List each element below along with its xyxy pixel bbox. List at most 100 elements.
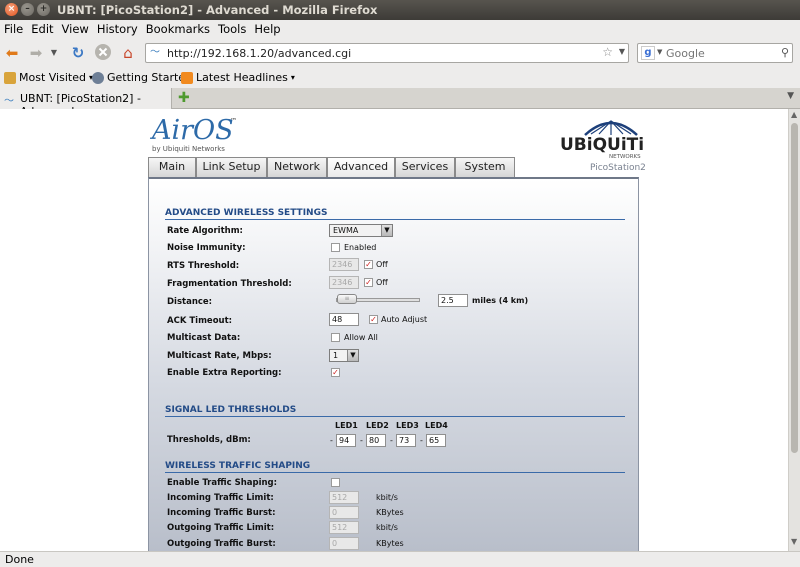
- enable-shaping-label: Enable Traffic Shaping:: [167, 478, 278, 488]
- led2-header: LED2: [366, 421, 389, 430]
- forward-arrow-icon[interactable]: ➡: [26, 43, 46, 63]
- incoming-burst-input[interactable]: 0: [329, 506, 359, 519]
- bookmark-label: Most Visited: [19, 71, 86, 84]
- auto-adjust-checkbox[interactable]: ✓: [369, 315, 378, 324]
- google-engine-icon[interactable]: g: [641, 46, 655, 60]
- led4-header: LED4: [425, 421, 448, 430]
- stop-icon[interactable]: [93, 43, 113, 63]
- outgoing-limit-label: Outgoing Traffic Limit:: [167, 523, 275, 533]
- led1-minus: -: [330, 436, 333, 445]
- search-bar: g ▼ ⚲: [637, 43, 793, 63]
- bookmark-star-icon[interactable]: ☆: [602, 45, 613, 59]
- window-close-button[interactable]: ×: [5, 3, 18, 16]
- distance-unit: miles (4 km): [472, 296, 529, 305]
- extra-reporting-label: Enable Extra Reporting:: [167, 368, 282, 378]
- browser-tab-active[interactable]: 〜 UBNT: [PicoStation2] - Advanced: [0, 88, 172, 118]
- url-bar[interactable]: 〜 http://192.168.1.20/advanced.cgi ☆ ▼: [145, 43, 629, 63]
- tab-system[interactable]: System: [455, 157, 515, 177]
- page-content: AirOS ™ by Ubiquiti Networks UBiQUiTi NE…: [0, 109, 788, 551]
- bookmark-latest-headlines[interactable]: Latest Headlines ▾: [181, 71, 295, 84]
- tab-link-setup[interactable]: Link Setup: [196, 157, 267, 177]
- tab-network[interactable]: Network: [267, 157, 327, 177]
- bookmark-getting-started[interactable]: Getting Started: [92, 71, 192, 84]
- ubiquiti-networks-text: NETWORKS: [609, 154, 641, 160]
- fragmentation-off-checkbox[interactable]: ✓: [364, 278, 373, 287]
- multicast-data-label: Multicast Data:: [167, 333, 241, 343]
- window-maximize-button[interactable]: +: [37, 3, 50, 16]
- multicast-rate-select[interactable]: 1 ▼: [329, 349, 359, 362]
- section-title-led: SIGNAL LED THRESHOLDS: [165, 405, 297, 415]
- menu-edit[interactable]: Edit: [27, 20, 57, 38]
- fragmentation-threshold-input[interactable]: 2346: [329, 276, 359, 289]
- menu-bookmarks[interactable]: Bookmarks: [142, 20, 214, 38]
- tab-advanced[interactable]: Advanced: [327, 157, 395, 178]
- search-magnifier-icon[interactable]: ⚲: [781, 46, 789, 59]
- scroll-up-arrow-icon[interactable]: ▲: [791, 110, 797, 119]
- status-text: Done: [5, 553, 34, 566]
- led2-minus: -: [360, 436, 363, 445]
- ack-timeout-input[interactable]: 48: [329, 313, 359, 326]
- enable-shaping-checkbox[interactable]: [331, 478, 340, 487]
- rate-algorithm-select[interactable]: EWMA ▼: [329, 224, 393, 237]
- multicast-rate-value: 1: [333, 351, 339, 360]
- back-arrow-icon[interactable]: ⬅: [2, 43, 22, 63]
- section-title-wireless: ADVANCED WIRELESS SETTINGS: [165, 208, 328, 218]
- rts-threshold-input[interactable]: 2346: [329, 258, 359, 271]
- rate-algorithm-label: Rate Algorithm:: [167, 226, 243, 236]
- allow-all-checkbox[interactable]: [331, 333, 340, 342]
- history-dropdown-icon[interactable]: ▼: [48, 43, 60, 63]
- distance-slider-handle[interactable]: ≡: [337, 294, 357, 304]
- url-dropdown-icon[interactable]: ▼: [619, 47, 625, 56]
- fragmentation-threshold-label: Fragmentation Threshold:: [167, 279, 292, 289]
- site-favicon-icon: 〜: [4, 96, 14, 107]
- rts-off-checkbox[interactable]: ✓: [364, 260, 373, 269]
- tab-list-chevron-icon[interactable]: ▼: [787, 91, 794, 101]
- window-minimize-button[interactable]: –: [21, 3, 34, 16]
- distance-input[interactable]: 2.5: [438, 294, 468, 307]
- chevron-down-icon: ▾: [290, 73, 295, 82]
- engine-dropdown-icon[interactable]: ▼: [657, 48, 662, 56]
- rts-threshold-label: RTS Threshold:: [167, 261, 240, 271]
- menu-file[interactable]: File: [0, 20, 27, 38]
- menu-bar: File Edit View History Bookmarks Tools H…: [0, 20, 800, 38]
- allow-all-option: Allow All: [344, 333, 378, 342]
- scroll-down-arrow-icon[interactable]: ▼: [791, 537, 797, 546]
- led3-threshold-input[interactable]: 73: [396, 434, 416, 447]
- extra-reporting-checkbox[interactable]: ✓: [331, 368, 340, 377]
- led2-threshold-input[interactable]: 80: [366, 434, 386, 447]
- menu-tools[interactable]: Tools: [214, 20, 250, 38]
- outgoing-limit-unit: kbit/s: [376, 523, 398, 532]
- site-favicon-icon: 〜: [150, 47, 160, 58]
- led3-minus: -: [390, 436, 393, 445]
- advanced-settings-panel: ADVANCED WIRELESS SETTINGS Rate Algorith…: [148, 177, 639, 551]
- reload-icon[interactable]: ↻: [68, 43, 88, 63]
- led4-threshold-input[interactable]: 65: [426, 434, 446, 447]
- airos-trademark: ™: [230, 117, 237, 125]
- menu-view[interactable]: View: [58, 20, 93, 38]
- outgoing-limit-input[interactable]: 512: [329, 521, 359, 534]
- search-input[interactable]: [666, 45, 770, 61]
- section-divider: [165, 219, 625, 220]
- airos-logo-text: AirOS: [152, 115, 234, 146]
- section-title-shaping: WIRELESS TRAFFIC SHAPING: [165, 461, 311, 471]
- tab-bar: 〜 UBNT: [PicoStation2] - Advanced ✚ ▼: [0, 88, 800, 118]
- home-icon[interactable]: ⌂: [118, 43, 138, 63]
- menu-history[interactable]: History: [93, 20, 142, 38]
- incoming-limit-input[interactable]: 512: [329, 491, 359, 504]
- ubiquiti-brand-text: UBiQUiTi: [560, 135, 645, 155]
- incoming-limit-unit: kbit/s: [376, 493, 398, 502]
- page-scrollbar[interactable]: ▲ ▼: [788, 109, 800, 551]
- led4-minus: -: [420, 436, 423, 445]
- bookmark-most-visited[interactable]: Most Visited ▾: [4, 71, 93, 84]
- status-bar: Done: [0, 551, 800, 567]
- tab-services[interactable]: Services: [395, 157, 455, 177]
- new-tab-plus-icon[interactable]: ✚: [178, 90, 190, 106]
- bookmark-label: Latest Headlines: [196, 71, 288, 84]
- noise-immunity-checkbox[interactable]: [331, 243, 340, 252]
- outgoing-burst-input[interactable]: 0: [329, 537, 359, 550]
- scrollbar-thumb[interactable]: [791, 123, 798, 453]
- menu-help[interactable]: Help: [250, 20, 284, 38]
- led1-threshold-input[interactable]: 94: [336, 434, 356, 447]
- rts-off-option: Off: [376, 260, 388, 269]
- tab-main[interactable]: Main: [148, 157, 196, 177]
